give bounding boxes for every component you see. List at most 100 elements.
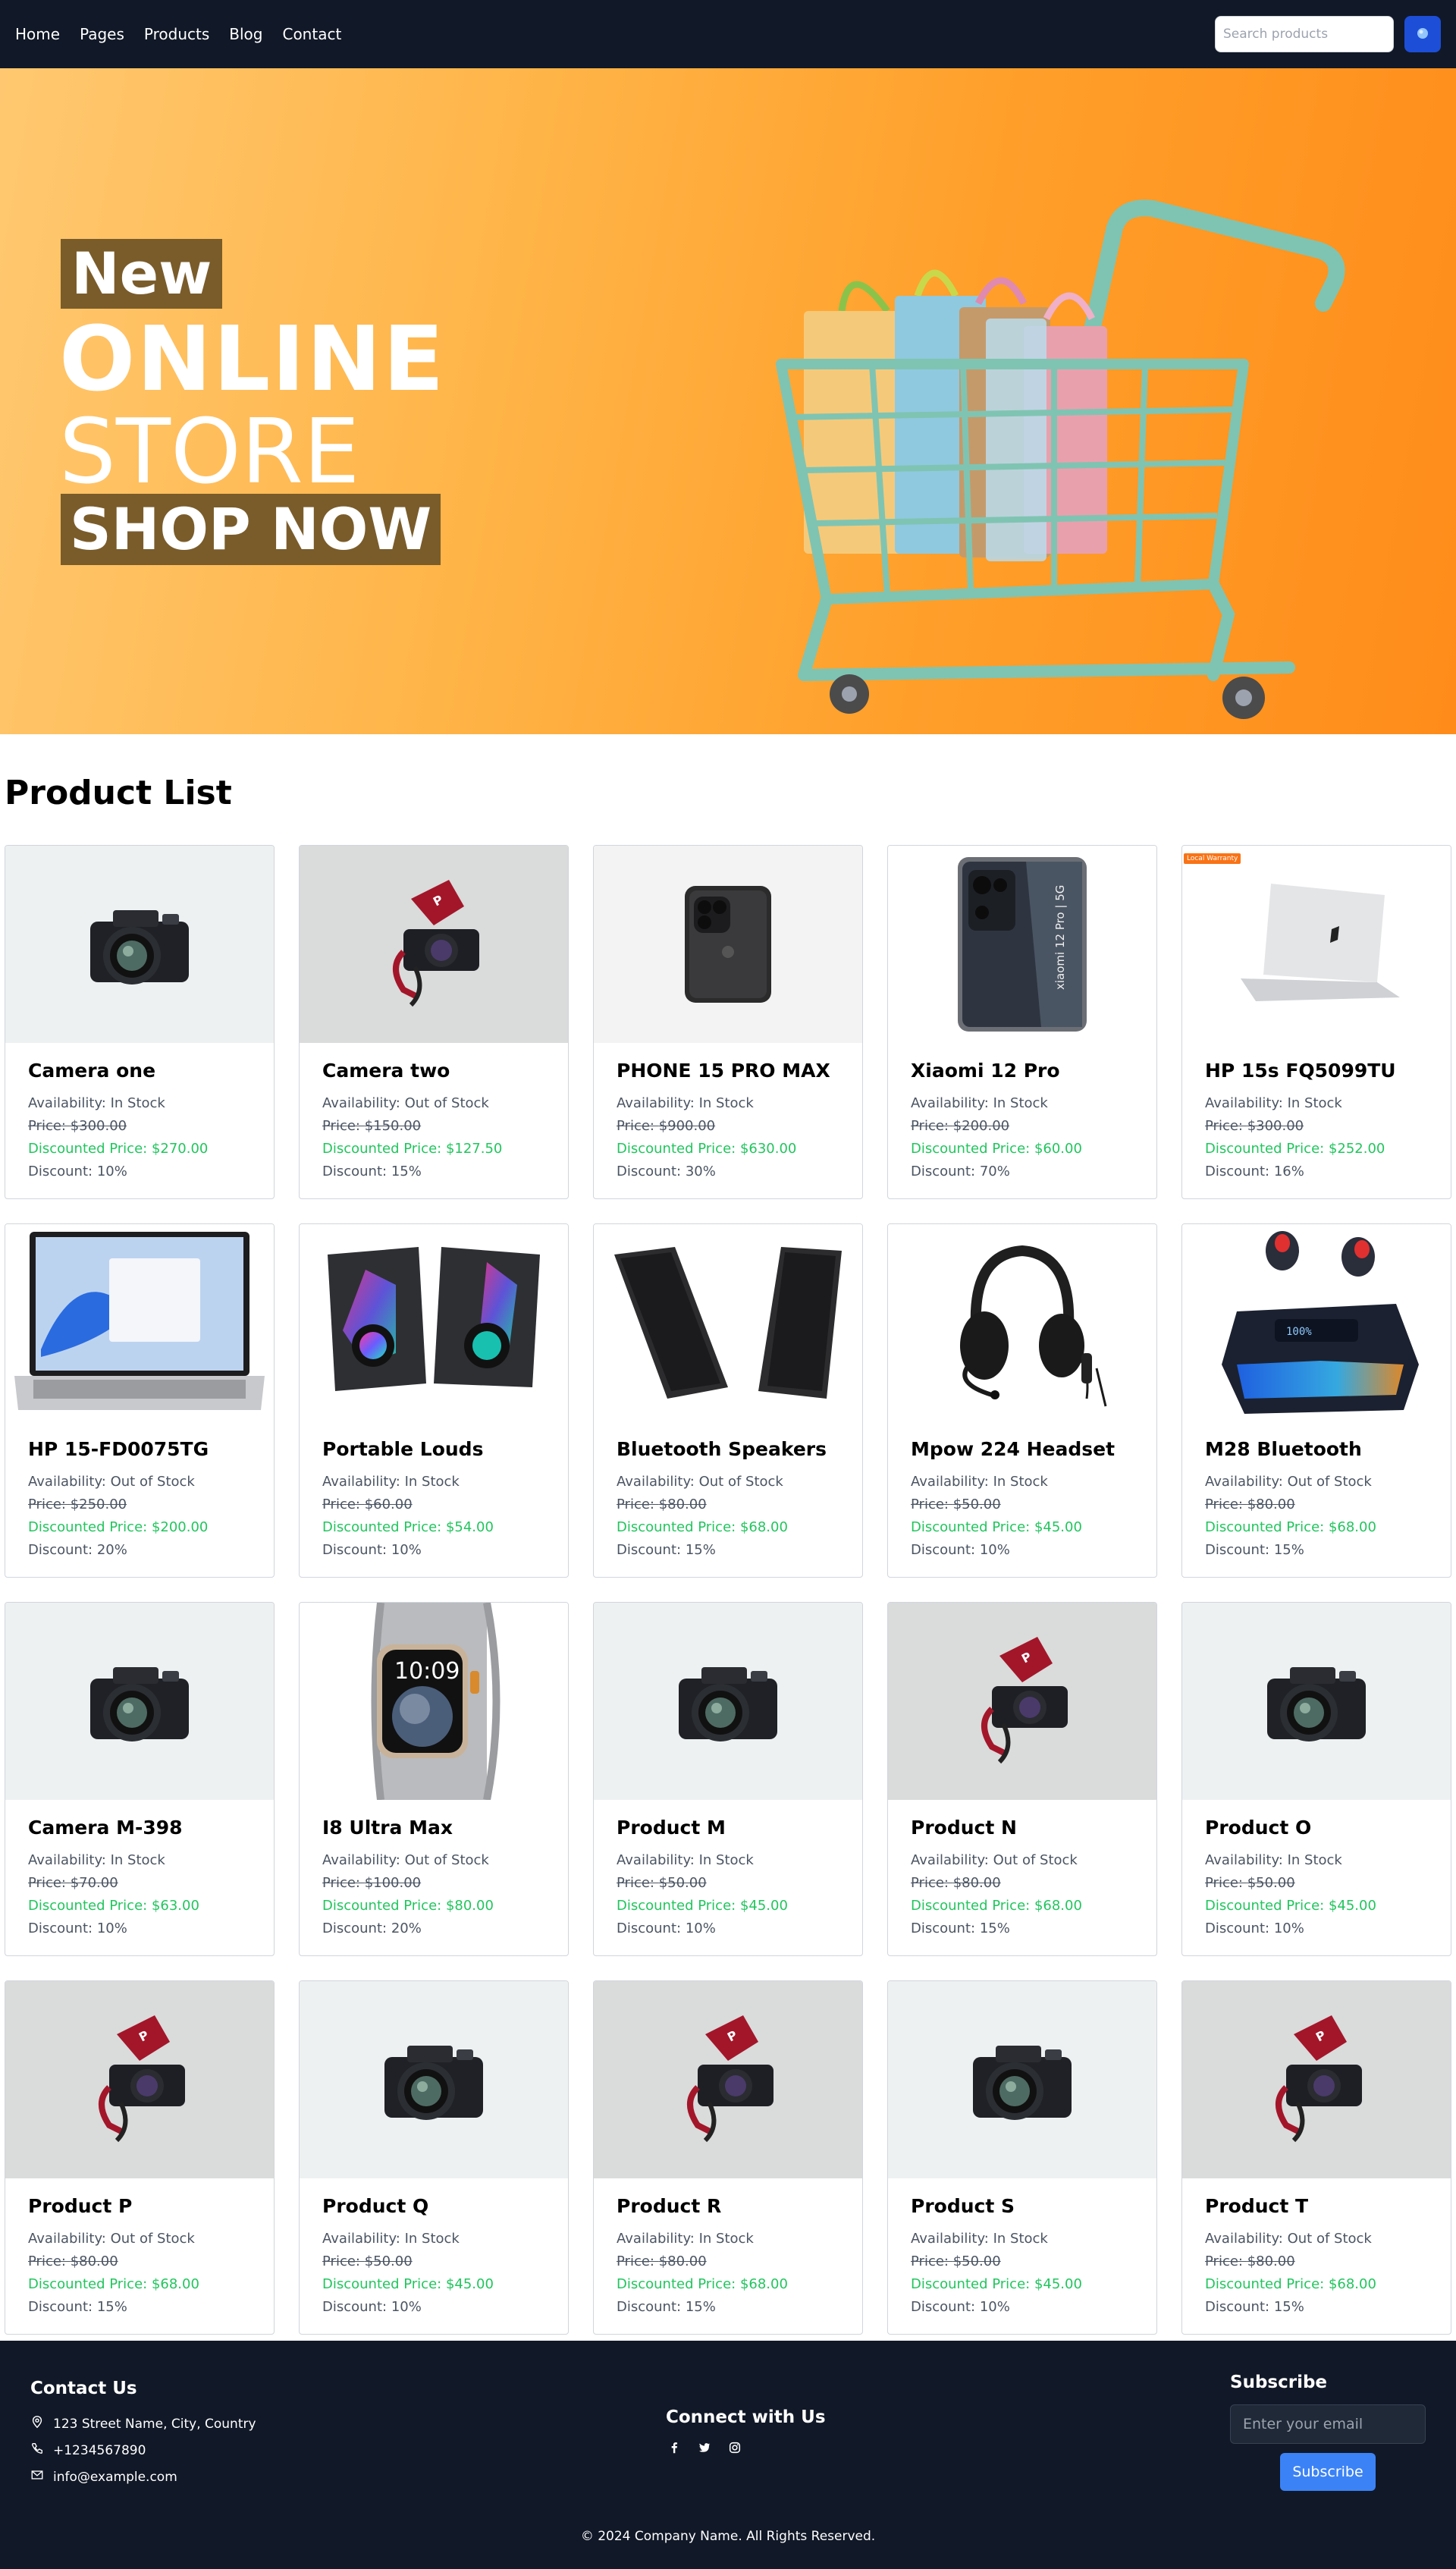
product-image[interactable] [300, 1224, 568, 1421]
product-discounted-price: Discounted Price: $45.00 [1205, 1898, 1376, 1914]
product-original-price: Price: $70.00 [28, 1875, 118, 1891]
contact-email: info@example.com [30, 2468, 177, 2486]
product-card[interactable]: Camera one Availability: In Stock Price: $… [5, 845, 275, 1199]
product-name[interactable]: Product P [28, 2195, 251, 2217]
product-image[interactable]: 100% [1182, 1224, 1451, 1421]
product-image[interactable] [888, 1224, 1156, 1421]
product-card[interactable]: HP 15-FD0075TG Availability: Out of Stock… [5, 1223, 275, 1578]
product-name[interactable]: Xiaomi 12 Pro [911, 1060, 1134, 1082]
product-availability: Availability: Out of Stock [1205, 1474, 1372, 1490]
product-card[interactable]: Local Warranty HP 15s FQ5099TU Availabilit… [1181, 845, 1451, 1199]
product-name[interactable]: Product N [911, 1817, 1134, 1839]
product-image[interactable] [5, 1603, 274, 1800]
twitter-icon[interactable] [696, 2439, 713, 2456]
product-name[interactable]: Camera one [28, 1060, 251, 1082]
nav-link-blog[interactable]: Blog [229, 25, 262, 43]
product-image[interactable]: Local Warranty [1182, 846, 1451, 1043]
product-card[interactable]: Mpow 224 Headset Availability: In Stock Pr… [887, 1223, 1157, 1578]
product-original-price: Price: $900.00 [617, 1118, 716, 1134]
product-name[interactable]: Camera two [322, 1060, 545, 1082]
product-name[interactable]: Portable Louds [322, 1438, 545, 1460]
product-discount: Discount: 15% [617, 1542, 716, 1558]
product-name[interactable]: Product Q [322, 2195, 545, 2217]
nav-link-products[interactable]: Products [144, 25, 209, 43]
location-pin-icon [30, 2415, 44, 2432]
product-card[interactable]: 100% M28 Bluetooth Availability: Out of St… [1181, 1223, 1451, 1578]
product-original-price: Price: $300.00 [1205, 1118, 1304, 1134]
product-image[interactable]: P [1182, 1981, 1451, 2178]
product-original-price: Price: $50.00 [1205, 1875, 1295, 1891]
product-name[interactable]: Product T [1205, 2195, 1428, 2217]
product-card[interactable]: P Product N Availability: Out of Stock Pri… [887, 1602, 1157, 1956]
product-image[interactable] [300, 1981, 568, 2178]
subscribe-button[interactable]: Subscribe [1280, 2453, 1376, 2491]
nav-link-pages[interactable]: Pages [80, 25, 124, 43]
product-details: Product N Availability: Out of Stock Price… [888, 1800, 1156, 1940]
product-card[interactable]: P Product P Availability: Out of Stock Pri… [5, 1980, 275, 2335]
product-card[interactable]: Bluetooth Speakers Availability: Out of S… [593, 1223, 863, 1578]
product-availability: Availability: In Stock [1205, 1095, 1342, 1111]
subscribe-title: Subscribe [1230, 2373, 1328, 2392]
product-original-price: Price: $100.00 [322, 1875, 422, 1891]
product-card[interactable]: P Product T Availability: Out of Stock Pri… [1181, 1980, 1451, 2335]
product-image[interactable] [594, 1224, 862, 1421]
product-availability: Availability: In Stock [1205, 1852, 1342, 1868]
subscribe-email-input[interactable] [1230, 2404, 1426, 2444]
product-card[interactable]: 10:09 I8 Ultra Max Availability: Out of St… [299, 1602, 569, 1956]
product-image[interactable]: xiaomi 12 Pro | 5G [888, 846, 1156, 1043]
product-name[interactable]: PHONE 15 PRO MAX [617, 1060, 839, 1082]
product-image[interactable] [594, 1603, 862, 1800]
product-name[interactable]: Product S [911, 2195, 1134, 2217]
product-name[interactable]: HP 15-FD0075TG [28, 1438, 251, 1460]
instagram-icon[interactable] [726, 2439, 743, 2456]
product-card[interactable]: Product O Availability: In Stock Price: $5… [1181, 1602, 1451, 1956]
search-input[interactable] [1215, 16, 1394, 52]
product-image[interactable]: P [300, 846, 568, 1043]
warranty-badge: Local Warranty [1184, 853, 1241, 864]
product-name[interactable]: Bluetooth Speakers [617, 1438, 839, 1460]
product-discounted-price: Discounted Price: $45.00 [911, 2276, 1082, 2292]
facebook-icon[interactable] [666, 2439, 682, 2456]
product-availability: Availability: In Stock [322, 2231, 460, 2247]
search-button[interactable] [1404, 16, 1441, 52]
shop-now-button[interactable]: SHOP NOW [61, 494, 441, 565]
product-card[interactable]: Portable Louds Availability: In Stock Pric… [299, 1223, 569, 1578]
product-card[interactable]: Product S Availability: In Stock Price: $5… [887, 1980, 1157, 2335]
product-name[interactable]: I8 Ultra Max [322, 1817, 545, 1839]
nav-link-contact[interactable]: Contact [282, 25, 341, 43]
product-name[interactable]: Product O [1205, 1817, 1428, 1839]
product-name[interactable]: HP 15s FQ5099TU [1205, 1060, 1428, 1082]
nav-link-home[interactable]: Home [15, 25, 60, 43]
product-name[interactable]: Camera M-398 [28, 1817, 251, 1839]
product-details: HP 15-FD0075TG Availability: Out of Stock… [5, 1421, 274, 1562]
product-original-price: Price: $50.00 [911, 2253, 1001, 2269]
product-card[interactable]: Camera M-398 Availability: In Stock Price:… [5, 1602, 275, 1956]
product-image[interactable] [594, 846, 862, 1043]
product-grid: Camera one Availability: In Stock Price: $… [5, 845, 1451, 2335]
product-card[interactable]: Product Q Availability: In Stock Price: $5… [299, 1980, 569, 2335]
product-image[interactable]: P [888, 1603, 1156, 1800]
product-image[interactable]: P [594, 1981, 862, 2178]
product-image[interactable] [5, 846, 274, 1043]
product-image[interactable]: P [5, 1981, 274, 2178]
product-card[interactable]: P Product R Availability: In Stock Price: … [593, 1980, 863, 2335]
product-card[interactable]: Product M Availability: In Stock Price: $5… [593, 1602, 863, 1956]
product-discount: Discount: 10% [911, 1542, 1010, 1558]
product-discount: Discount: 20% [322, 1920, 422, 1936]
product-availability: Availability: In Stock [28, 1852, 165, 1868]
product-original-price: Price: $200.00 [911, 1118, 1010, 1134]
product-card[interactable]: P Camera two Availability: Out of Stock Pr… [299, 845, 569, 1199]
product-availability: Availability: In Stock [911, 1095, 1048, 1111]
product-name[interactable]: Mpow 224 Headset [911, 1438, 1134, 1460]
product-details: Product S Availability: In Stock Price: $5… [888, 2178, 1156, 2319]
product-name[interactable]: Product M [617, 1817, 839, 1839]
product-card[interactable]: xiaomi 12 Pro | 5G Xiaomi 12 Pro Availabil… [887, 845, 1157, 1199]
product-image[interactable]: 10:09 [300, 1603, 568, 1800]
product-name[interactable]: M28 Bluetooth [1205, 1438, 1428, 1460]
product-image[interactable] [1182, 1603, 1451, 1800]
product-name[interactable]: Product R [617, 2195, 839, 2217]
product-image[interactable] [5, 1224, 274, 1421]
product-card[interactable]: PHONE 15 PRO MAX Availability: In Stock Pr… [593, 845, 863, 1199]
product-image[interactable] [888, 1981, 1156, 2178]
product-availability: Availability: In Stock [28, 1095, 165, 1111]
